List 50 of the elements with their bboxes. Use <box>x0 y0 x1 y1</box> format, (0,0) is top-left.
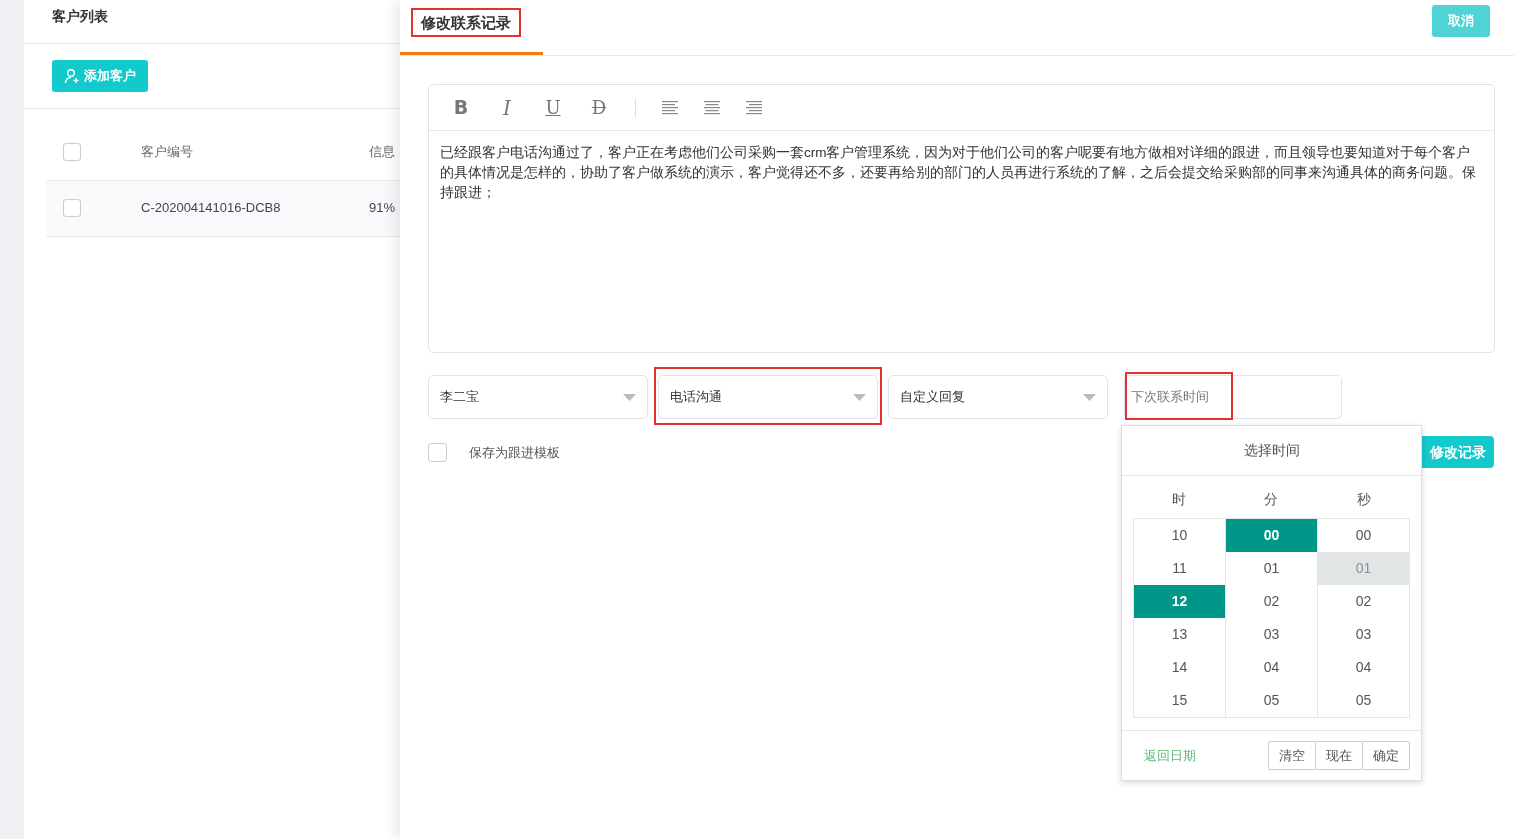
picker-title: 选择时间 <box>1122 426 1421 476</box>
time-option[interactable]: 04 <box>1226 651 1317 684</box>
checkbox[interactable] <box>428 443 447 463</box>
dropdown-caret-icon <box>623 393 636 401</box>
column-header: 信息 <box>369 143 395 162</box>
select-field[interactable]: 自定义回复 <box>888 375 1108 419</box>
align-center-icon[interactable] <box>704 99 720 116</box>
italic-button[interactable]: I <box>497 92 517 123</box>
align-left-icon[interactable] <box>662 99 678 116</box>
datetime-input-field[interactable]: 下次联系时间 <box>1124 375 1342 419</box>
picker-button[interactable]: 清空 <box>1268 740 1316 771</box>
time-option[interactable]: 05 <box>1226 684 1317 717</box>
tab[interactable]: 修改联系记录 <box>400 0 543 55</box>
time-option[interactable]: 04 <box>1318 651 1409 684</box>
select-field[interactable]: 电话沟通 <box>658 375 878 419</box>
time-option[interactable]: 13 <box>1134 618 1225 651</box>
time-option[interactable]: 03 <box>1226 618 1317 651</box>
align-right-icon[interactable] <box>746 99 762 116</box>
time-option[interactable]: 02 <box>1226 585 1317 618</box>
rich-text-editor[interactable]: B I U D 已经跟客户电话沟通过了，客户正在考虑他们公司采购一套crm客户管理系统，因为对于他们公司的客户呢要有地方做相对详细的跟进，而且领导也要知道对于每个客户的具体情况是怎样的，协助了客户做系统的演示，客户觉得还不多，还要再给别的部门的人员再进行系统的了解，之后会提交给采购部的同事来沟通具体的商务问题。保持跟进； <box>428 84 1495 353</box>
strike-button[interactable]: D <box>589 94 609 121</box>
row-checkbox[interactable] <box>63 143 81 161</box>
time-option[interactable]: 11 <box>1134 552 1225 585</box>
column-header: 秒 <box>1355 490 1372 509</box>
time-option[interactable]: 15 <box>1134 684 1225 717</box>
row-checkbox[interactable] <box>63 199 81 217</box>
time-option[interactable]: 02 <box>1318 585 1409 618</box>
picker-button[interactable]: 确定 <box>1362 740 1410 771</box>
time-option[interactable]: 00 <box>1318 519 1409 552</box>
time-option[interactable]: 03 <box>1318 618 1409 651</box>
dropdown-caret-icon <box>1083 393 1096 401</box>
underline-button[interactable]: U <box>543 94 563 121</box>
time-option[interactable]: 12 <box>1134 585 1225 618</box>
time-option[interactable]: 10 <box>1134 519 1225 552</box>
dropdown-caret-icon <box>853 393 866 401</box>
editor-text: 已经跟客户电话沟通过了，客户正在考虑他们公司采购一套crm客户管理系统，因为对于他们公司的客户呢要有地方做相对详细的跟进，而且领导也要知道对于每个客户的具体情况是怎样的，协助了客户做系统的演示，客户觉得还不多，还要再给别的部门的人员再进行系统的了解，之后会提交给采购部的同事来沟通具体的商务问题。保持跟进； <box>439 144 1477 202</box>
select-field[interactable]: 李二宝 <box>428 375 648 419</box>
time-option[interactable]: 14 <box>1134 651 1225 684</box>
table-cell-text: C-202004141016-DCB8 <box>141 199 282 218</box>
time-option[interactable]: 00 <box>1226 519 1317 552</box>
checkbox-label: 保存为跟进模板 <box>469 444 560 462</box>
time-option[interactable]: 05 <box>1318 684 1409 717</box>
time-option[interactable]: 01 <box>1226 552 1317 585</box>
user-add-icon <box>64 67 80 84</box>
table-cell-text: 91% <box>369 199 396 218</box>
picker-button[interactable]: 现在 <box>1315 740 1363 771</box>
bold-button[interactable]: B <box>451 93 471 122</box>
column-header: 分 <box>1263 490 1280 509</box>
column-header: 时 <box>1171 490 1188 509</box>
column-header: 客户编号 <box>141 143 194 162</box>
